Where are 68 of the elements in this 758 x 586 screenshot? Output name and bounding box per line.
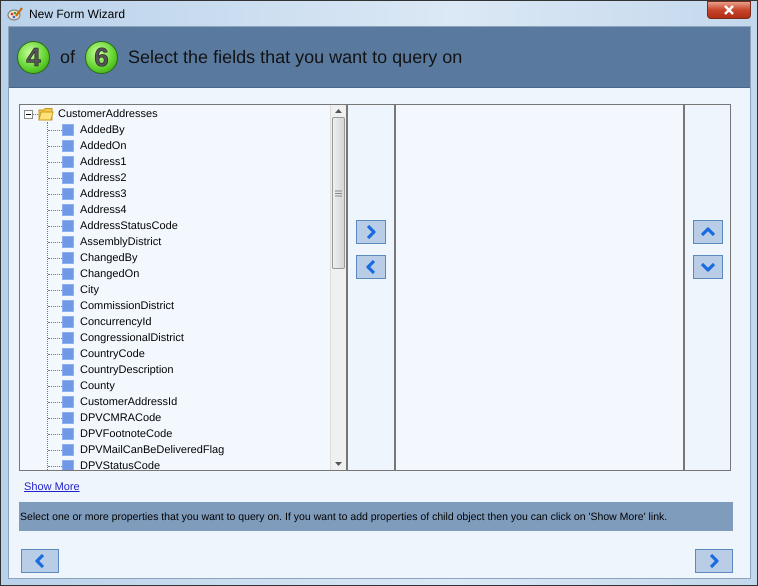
tree-item[interactable]: Address4 bbox=[80, 204, 126, 216]
field-icon bbox=[62, 204, 74, 216]
scrollbar[interactable] bbox=[330, 105, 346, 470]
scroll-up-icon[interactable] bbox=[335, 109, 342, 113]
field-icon bbox=[62, 300, 74, 312]
field-icon bbox=[62, 140, 74, 152]
close-button[interactable] bbox=[707, 1, 751, 19]
field-icon bbox=[62, 412, 74, 424]
window-title: New Form Wizard bbox=[29, 6, 126, 20]
grip-icon bbox=[335, 190, 342, 196]
field-icon bbox=[62, 364, 74, 376]
field-icon bbox=[62, 252, 74, 264]
back-button[interactable] bbox=[21, 549, 59, 573]
tree-item[interactable]: Address3 bbox=[80, 188, 126, 200]
of-label: of bbox=[60, 46, 76, 68]
field-icon bbox=[62, 428, 74, 440]
field-icon bbox=[62, 156, 74, 168]
tree-item[interactable]: AddedBy bbox=[80, 124, 125, 136]
field-icon bbox=[62, 236, 74, 248]
next-button[interactable] bbox=[695, 549, 733, 573]
folder-icon bbox=[38, 107, 54, 121]
tree-item[interactable]: ChangedBy bbox=[80, 252, 138, 264]
field-icon bbox=[62, 444, 74, 456]
move-up-button[interactable] bbox=[692, 220, 722, 244]
tree-item[interactable]: CountryCode bbox=[80, 348, 145, 360]
tree-item[interactable]: DPVFootnoteCode bbox=[80, 428, 172, 440]
tree-item[interactable]: AddressStatusCode bbox=[80, 220, 178, 232]
tree-item[interactable]: CustomerAddresses bbox=[58, 108, 158, 120]
app-icon bbox=[7, 6, 23, 20]
tree-item[interactable]: ConcurrencyId bbox=[80, 316, 152, 328]
add-button[interactable] bbox=[356, 220, 386, 244]
step-title: Select the fields that you want to query on bbox=[128, 46, 462, 68]
step-number: 4 bbox=[17, 40, 50, 74]
tree-item[interactable]: City bbox=[80, 284, 99, 296]
field-icon bbox=[62, 396, 74, 408]
field-icon bbox=[62, 284, 74, 296]
tree-item[interactable]: AddedOn bbox=[80, 140, 126, 152]
field-icon bbox=[62, 332, 74, 344]
tree-item[interactable]: Address2 bbox=[80, 172, 126, 184]
info-text: Select one or more properties that you want to query on. If you want to add properties of child object then you can click on 'Show More' link. bbox=[19, 502, 733, 531]
field-icon bbox=[62, 316, 74, 328]
field-icon bbox=[62, 220, 74, 232]
tree-item[interactable]: ChangedOn bbox=[80, 268, 140, 280]
field-icon bbox=[62, 172, 74, 184]
field-icon bbox=[62, 124, 74, 136]
field-icon bbox=[62, 268, 74, 280]
field-icon bbox=[62, 348, 74, 360]
tree-item[interactable]: CountryDescription bbox=[80, 364, 174, 376]
tree-item[interactable]: DPVCMRACode bbox=[80, 412, 162, 424]
move-down-button[interactable] bbox=[692, 255, 722, 279]
total-steps-number: 6 bbox=[85, 40, 118, 74]
tree-item[interactable]: Address1 bbox=[80, 156, 126, 168]
tree-item[interactable]: DPVStatusCode bbox=[80, 460, 160, 470]
remove-button[interactable] bbox=[356, 255, 386, 279]
scroll-down-icon[interactable] bbox=[335, 462, 342, 466]
close-icon bbox=[723, 5, 735, 15]
tree-item[interactable]: CongressionalDistrict bbox=[80, 332, 184, 344]
field-icon bbox=[62, 188, 74, 200]
collapse-icon[interactable] bbox=[24, 110, 33, 118]
field-icon bbox=[62, 460, 74, 470]
show-more-link[interactable]: Show More bbox=[24, 481, 80, 493]
tree-item[interactable]: County bbox=[80, 380, 115, 392]
field-icon bbox=[62, 380, 74, 392]
tree-item[interactable]: CustomerAddressId bbox=[80, 396, 178, 408]
tree-item[interactable]: AssemblyDistrict bbox=[80, 236, 162, 248]
selected-fields-list[interactable] bbox=[396, 105, 685, 470]
tree-item[interactable]: CommissionDistrict bbox=[80, 300, 174, 312]
tree-item[interactable]: DPVMailCanBeDeliveredFlag bbox=[80, 444, 224, 456]
